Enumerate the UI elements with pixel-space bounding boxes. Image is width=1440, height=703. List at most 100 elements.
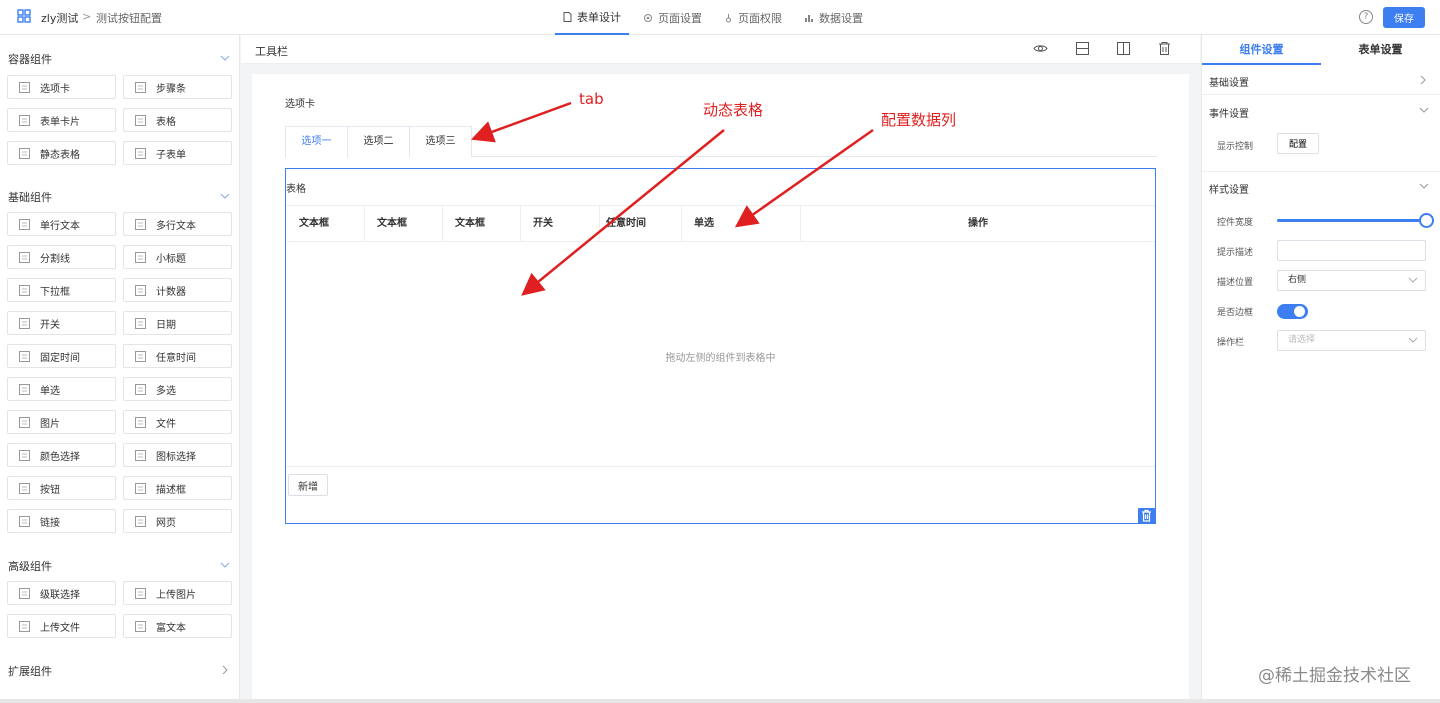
chevron-down-icon: [1408, 337, 1418, 343]
section-title[interactable]: 基础组件: [8, 189, 52, 205]
component-item[interactable]: 颜色选择: [7, 443, 116, 467]
chevron-down-icon[interactable]: [1419, 182, 1429, 190]
component-item[interactable]: 选项卡: [7, 75, 116, 99]
component-item[interactable]: 网页: [123, 509, 232, 533]
width-slider-handle[interactable]: [1419, 213, 1434, 228]
tabs-component[interactable]: 选项一 选项二 选项三: [285, 126, 1157, 158]
component-item[interactable]: 链接: [7, 509, 116, 533]
text-icon: [19, 218, 30, 230]
chevron-down-icon[interactable]: [220, 53, 230, 63]
chevron-right-icon[interactable]: [220, 665, 230, 675]
component-item[interactable]: 固定时间: [7, 344, 116, 368]
tab-icon: [19, 81, 30, 93]
component-item[interactable]: 计数器: [123, 278, 232, 302]
component-item[interactable]: 步骤条: [123, 75, 232, 99]
component-item[interactable]: 上传图片: [123, 581, 232, 605]
component-label: 网页: [156, 517, 176, 529]
nav-label: 页面权限: [738, 11, 782, 25]
column-header[interactable]: 文本框: [364, 206, 443, 242]
dynamic-table[interactable]: 表格 文本框 文本框 文本框 开关 任意时间 单选 操作 拖动左侧的组件到表格中…: [285, 168, 1156, 524]
component-item[interactable]: 小标题: [123, 245, 232, 269]
component-item[interactable]: 多行文本: [123, 212, 232, 236]
component-item[interactable]: 下拉框: [7, 278, 116, 302]
desc-position-label: 描述位置: [1217, 278, 1254, 288]
delete-component-button[interactable]: [1138, 508, 1155, 524]
tab-option-2[interactable]: 选项二: [347, 126, 410, 157]
component-item[interactable]: 日期: [123, 311, 232, 335]
display-control-label: 显示控制: [1217, 142, 1254, 152]
component-item[interactable]: 开关: [7, 311, 116, 335]
component-item[interactable]: 级联选择: [7, 581, 116, 605]
nav-page-permissions[interactable]: 页面权限: [716, 0, 790, 35]
split-vertical-icon[interactable]: [1116, 41, 1131, 56]
component-item[interactable]: 描述框: [123, 476, 232, 500]
chevron-down-icon[interactable]: [1419, 106, 1429, 114]
width-slider[interactable]: [1277, 219, 1426, 222]
event-settings-label[interactable]: 事件设置: [1209, 105, 1249, 120]
tab-option-3[interactable]: 选项三: [409, 126, 472, 157]
split-horizontal-icon[interactable]: [1075, 41, 1090, 56]
component-item[interactable]: 表格: [123, 108, 232, 132]
component-item[interactable]: 上传文件: [7, 614, 116, 638]
style-settings-label[interactable]: 样式设置: [1209, 181, 1249, 196]
switch-icon: [19, 317, 30, 329]
tab-component-settings[interactable]: 组件设置: [1202, 35, 1321, 65]
section-title[interactable]: 扩展组件: [8, 663, 52, 679]
component-item[interactable]: 文件: [123, 410, 232, 434]
eye-icon[interactable]: [1033, 41, 1048, 56]
component-label: 级联选择: [40, 589, 80, 601]
save-button[interactable]: 保存: [1383, 7, 1425, 28]
component-label: 任意时间: [156, 352, 196, 364]
help-icon[interactable]: ?: [1359, 10, 1373, 24]
component-item[interactable]: 分割线: [7, 245, 116, 269]
component-item[interactable]: 多选: [123, 377, 232, 401]
add-row-button[interactable]: 新增: [288, 474, 328, 496]
basic-settings-header[interactable]: 基础设置: [1202, 65, 1440, 95]
chevron-down-icon: [1408, 277, 1418, 283]
app-grid-icon[interactable]: [17, 9, 31, 23]
component-item[interactable]: 静态表格: [7, 141, 116, 165]
desc-position-select[interactable]: 右侧: [1277, 270, 1426, 291]
component-label: 上传图片: [156, 589, 196, 601]
component-item[interactable]: 子表单: [123, 141, 232, 165]
component-item[interactable]: 图标选择: [123, 443, 232, 467]
nav-form-design[interactable]: 表单设计: [555, 0, 629, 35]
desc-position-value: 右侧: [1288, 275, 1307, 285]
chevron-down-icon[interactable]: [220, 191, 230, 201]
nav-data-settings[interactable]: 数据设置: [796, 0, 871, 35]
chevron-down-icon[interactable]: [220, 560, 230, 570]
tab-option-1[interactable]: 选项一: [285, 126, 348, 158]
component-label: 图片: [40, 418, 60, 430]
tab-form-settings[interactable]: 表单设置: [1321, 35, 1440, 65]
component-item[interactable]: 按钮: [7, 476, 116, 500]
component-item[interactable]: 任意时间: [123, 344, 232, 368]
color-icon: [19, 449, 30, 461]
hint-input[interactable]: [1277, 240, 1426, 261]
component-label: 日期: [156, 319, 176, 331]
gear-icon: [644, 13, 652, 22]
checkbox-icon: [135, 383, 146, 395]
subform-icon: [135, 147, 146, 159]
nav-label: 表单设计: [577, 10, 621, 24]
column-header[interactable]: 单选: [681, 206, 801, 242]
breadcrumb-app[interactable]: zly测试: [41, 10, 78, 26]
button-icon: [19, 482, 30, 494]
component-item[interactable]: 富文本: [123, 614, 232, 638]
section-title[interactable]: 容器组件: [8, 51, 52, 67]
section-title[interactable]: 高级组件: [8, 558, 52, 574]
component-item[interactable]: 图片: [7, 410, 116, 434]
nav-page-settings[interactable]: 页面设置: [635, 0, 710, 35]
static-table-icon: [19, 147, 30, 159]
trash-icon[interactable]: [1157, 41, 1172, 56]
action-bar-select[interactable]: 请选择: [1277, 330, 1426, 351]
component-item[interactable]: 表单卡片: [7, 108, 116, 132]
column-header[interactable]: 任意时间: [599, 206, 682, 242]
column-header[interactable]: 开关: [520, 206, 600, 242]
border-toggle[interactable]: [1277, 304, 1308, 319]
action-bar-label: 操作栏: [1217, 338, 1245, 348]
component-item[interactable]: 单行文本: [7, 212, 116, 236]
component-item[interactable]: 单选: [7, 377, 116, 401]
column-header[interactable]: 文本框: [442, 206, 521, 242]
display-control-config-button[interactable]: 配置: [1277, 133, 1319, 154]
column-header[interactable]: 文本框: [286, 206, 365, 242]
